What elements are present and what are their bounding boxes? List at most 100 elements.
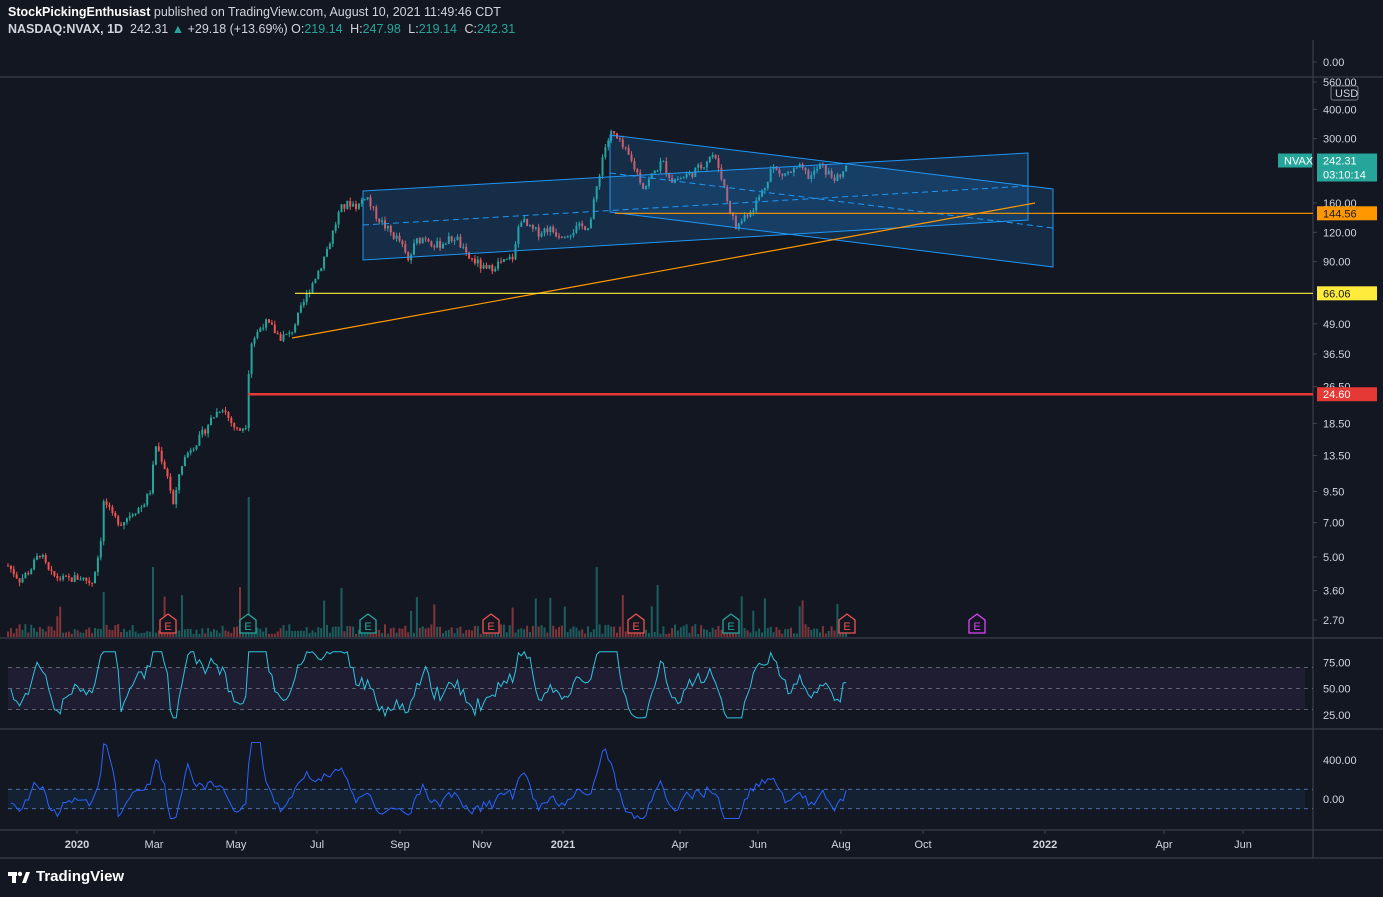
candle-body	[47, 562, 50, 570]
rsi-tick-label: 25.00	[1323, 710, 1351, 722]
drawings-layer[interactable]	[291, 134, 1054, 339]
candle-body	[192, 449, 195, 451]
volume-bar	[531, 625, 534, 637]
volume-bar	[102, 592, 105, 637]
earnings-marker-label: E	[487, 621, 494, 633]
volume-bar	[618, 626, 621, 637]
candle-body	[111, 507, 114, 513]
volume-bar	[326, 624, 328, 637]
volume-bar	[384, 624, 386, 637]
volume-bar	[120, 631, 123, 637]
earnings-marker[interactable]: E	[482, 613, 500, 634]
candle-body	[149, 493, 152, 495]
price-tick-label: 400.00	[1323, 104, 1357, 116]
candle-body	[294, 324, 297, 333]
volume-bar	[204, 633, 207, 637]
volume-bar	[700, 625, 703, 637]
candle-body	[102, 501, 105, 542]
volume-bar	[566, 632, 569, 637]
volume-bar	[378, 629, 381, 637]
volume-bar	[795, 633, 798, 637]
volume-bar	[268, 633, 270, 637]
price-chart[interactable]: EEEEEEEE 0.00560.00400.00300.00160.00120…	[0, 0, 1383, 897]
volume-bar	[807, 627, 810, 637]
volume-bar	[502, 624, 505, 637]
candle-body	[288, 332, 291, 334]
candle-body	[505, 258, 508, 260]
candle-body	[24, 573, 27, 578]
volume-bar	[781, 633, 784, 637]
volume-bar	[146, 631, 149, 637]
candle-body	[305, 293, 308, 303]
volume-bar	[21, 629, 24, 637]
volume-bar	[720, 630, 723, 637]
volume-bar	[468, 629, 471, 637]
volume-bar	[302, 631, 305, 637]
volume-bar	[398, 628, 401, 637]
time-axis[interactable]: 2020 Mar May Jul Sep Nov 2021 Apr Jun Aug Oct 2022 A…	[65, 830, 1252, 851]
volume-bar	[424, 628, 427, 637]
volume-bar	[311, 630, 314, 637]
earnings-marker[interactable]: E	[239, 613, 257, 634]
price-labels: NVAX 242.31 03:10:14 144.56 66.06 24.60	[1278, 153, 1377, 402]
volume-bar	[137, 633, 140, 637]
volume-bar	[125, 631, 128, 637]
earnings-marker[interactable]: E	[968, 613, 986, 634]
volume-bar	[30, 624, 33, 637]
earnings-marker[interactable]: E	[359, 613, 377, 634]
volume-bar	[601, 633, 604, 637]
volume-bar	[697, 633, 700, 637]
price-label-text: 03:10:14	[1323, 170, 1366, 182]
volume-bar	[181, 595, 183, 637]
volume-bar	[62, 632, 65, 637]
volume-bar	[41, 629, 44, 637]
volume-bar	[186, 628, 189, 637]
time-tick-label: Jun	[749, 839, 767, 851]
volume-bar	[462, 633, 465, 637]
earnings-marker[interactable]: E	[627, 613, 645, 634]
candle-body	[317, 271, 320, 280]
volume-bar	[201, 628, 204, 637]
volume-bar	[82, 632, 85, 637]
earnings-marker[interactable]: E	[722, 613, 740, 634]
volume-bar	[355, 633, 357, 637]
cci-tick-label: 0.00	[1323, 794, 1344, 806]
candle-body	[172, 490, 175, 505]
earnings-marker[interactable]: E	[159, 613, 177, 634]
candle-body	[108, 505, 111, 508]
volume-bar	[534, 598, 537, 637]
tradingview-logo[interactable]: TradingView	[8, 868, 124, 885]
candle-body	[140, 507, 143, 509]
volume-bar	[546, 632, 549, 637]
volume-bar	[717, 625, 720, 637]
volume-bar	[691, 626, 694, 637]
earnings-marker-label: E	[973, 621, 980, 633]
candle-body	[488, 265, 491, 269]
volume-bar	[108, 629, 111, 637]
volume-bar	[766, 628, 769, 637]
candle-body	[99, 541, 102, 558]
candle-body	[76, 575, 79, 580]
candle-body	[166, 468, 169, 477]
volume-bar	[299, 630, 302, 637]
volume-bar	[389, 628, 392, 637]
candle-body	[105, 501, 108, 506]
time-tick-label: Jun	[1234, 839, 1252, 851]
candle-body	[21, 577, 24, 583]
volume-bar	[558, 626, 560, 637]
candle-body	[12, 568, 15, 575]
volume-bar	[404, 625, 407, 637]
volume-bar	[152, 567, 154, 637]
volume-bar	[282, 625, 285, 637]
candle-body	[328, 243, 331, 250]
candle-body	[270, 322, 273, 325]
volume-bar	[624, 631, 627, 637]
earnings-marker-label: E	[244, 621, 251, 633]
price-tick-label: 36.50	[1323, 349, 1351, 361]
volume-bar	[430, 624, 433, 637]
volume-bar	[761, 632, 763, 637]
candle-body	[346, 200, 349, 209]
volume-bar	[73, 629, 76, 637]
earnings-marker[interactable]: E	[838, 613, 856, 634]
volume-bar	[784, 629, 787, 637]
